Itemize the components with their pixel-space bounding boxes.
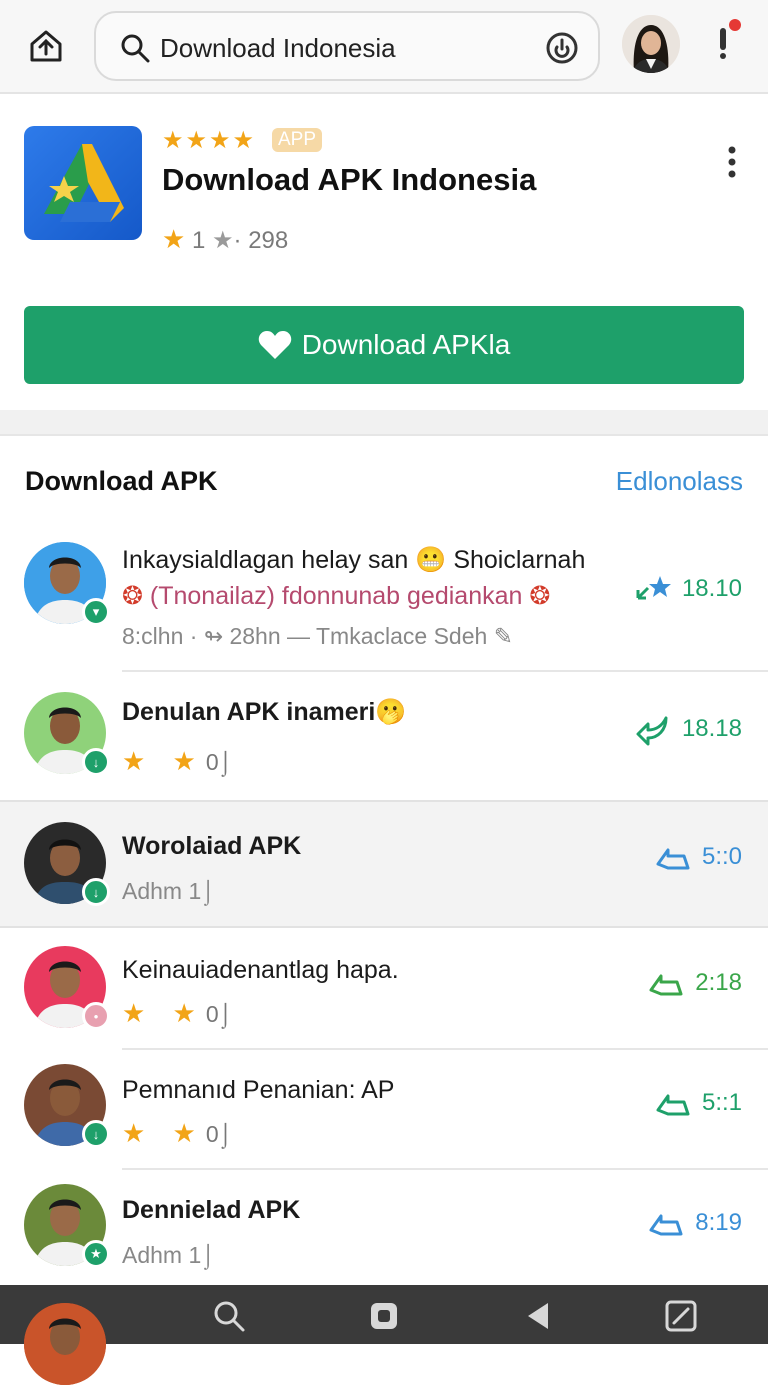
app-stars: ★★★★ [162, 127, 257, 154]
rating-total: · 298 [233, 227, 289, 254]
refresh-icon[interactable] [544, 30, 580, 66]
item-time: 2:18 [647, 966, 742, 1000]
item-title: Worolaiad APK [122, 832, 302, 860]
avatar: ↓ [24, 692, 110, 776]
item-title: Inkaysialdlagan helay san 😬 Shoiclarnah [122, 546, 586, 574]
list-item-selected[interactable]: ↓ Worolaiad APK Adhm 1⌡ 5::0 [0, 800, 768, 928]
search-bar[interactable]: Download Indonesia [94, 11, 600, 81]
list-item[interactable]: ↓ Denulan APK inameri🫢 ★ ★0⌡ 18.18 [0, 672, 768, 800]
avatar: ▾ [24, 542, 110, 626]
nav-avatar[interactable] [24, 1303, 106, 1385]
section-divider [0, 410, 768, 436]
item-title: Denulan APK inameri🫢 [122, 698, 407, 726]
avatar: • [24, 946, 110, 1030]
item-subtitle: ❂ (Tnonailaz) fdonnunab gediankan ❂ [122, 582, 551, 610]
download-badge-icon: ↓ [82, 1120, 110, 1148]
reply-arrow-icon [636, 716, 668, 746]
item-time: 18.18 [634, 712, 742, 746]
share-arrow-icon [656, 1094, 690, 1116]
avatar: ★ [24, 1184, 110, 1268]
item-title: Keinauiadenantlag hapa. [122, 956, 399, 984]
notification-icon[interactable] [712, 18, 742, 68]
item-meta: Adhm 1⌡ [122, 1242, 216, 1268]
download-button[interactable]: Download APKla [24, 306, 744, 384]
home-square-icon[interactable] [367, 1299, 401, 1333]
download-badge-icon: ↓ [82, 748, 110, 776]
edit-icon[interactable] [664, 1299, 698, 1333]
item-meta: Adhm 1⌡ [122, 878, 216, 904]
share-arrow-icon [656, 848, 690, 870]
item-time: 8:19 [647, 1206, 742, 1240]
search-icon[interactable] [212, 1299, 246, 1333]
item-time: 5::0 [654, 840, 742, 874]
star-outline-icon: ★ [212, 227, 234, 254]
heart-icon [258, 331, 291, 359]
list-item[interactable]: • Keinauiadenantlag hapa. ★ ★0⌡ 2:18 [0, 930, 768, 1048]
item-time: 18.10 [634, 572, 742, 606]
app-rating: ★ 1 ★· 298 [162, 224, 288, 255]
item-stars: ★ ★0⌡ [122, 998, 233, 1028]
item-title: Dennielad APK [122, 1196, 301, 1224]
search-icon [121, 34, 150, 63]
user-avatar[interactable] [622, 15, 680, 73]
item-stars: ★ ★0⌡ [122, 746, 233, 776]
star-badge-icon: ★ [82, 1240, 110, 1268]
item-time: 5::1 [654, 1086, 742, 1120]
share-arrow-icon [649, 1214, 683, 1236]
section-title: Download APK [25, 466, 218, 496]
item-meta: 8:clhn · ↬ 28hn — Tmkaclace Sdeh ✎ [122, 623, 513, 649]
download-badge-icon: ↓ [82, 878, 110, 906]
sparkle-arrow-icon [636, 576, 671, 600]
download-button-label: Download APKla [301, 329, 511, 360]
app-badge: APP [272, 128, 323, 152]
verified-badge-icon: ▾ [82, 598, 110, 626]
list-item[interactable]: ▾ Inkaysialdlagan helay san 😬 Shoiclarna… [0, 526, 768, 670]
avatar: ↓ [24, 1064, 110, 1148]
star-icon: ★ [162, 224, 186, 254]
back-icon[interactable] [522, 1299, 556, 1333]
list-item[interactable]: ↓ Pemnanıd Penanian: AP ★ ★0⌡ 5::1 [0, 1050, 768, 1168]
share-arrow-icon [649, 974, 683, 996]
app-header-card: ★★★★ APP Download APK Indonesia ★ 1 ★· 2… [0, 96, 768, 410]
more-options-icon[interactable] [718, 142, 746, 182]
list-item[interactable]: ★ Dennielad APK Adhm 1⌡ 8:19 [0, 1170, 768, 1285]
app-logo-icon[interactable] [24, 126, 142, 240]
search-input[interactable]: Download Indonesia [160, 33, 396, 64]
item-stars: ★ ★0⌡ [122, 1118, 233, 1148]
item-title: Pemnanıd Penanian: AP [122, 1076, 395, 1104]
item-tag: (Tnonailaz) fdonnunab gediankan [149, 582, 523, 610]
section-see-all-link[interactable]: Edlonolass [616, 466, 743, 497]
top-bar: Download Indonesia [0, 0, 768, 94]
rating-count: 1 [191, 227, 206, 254]
bottom-nav-bar [0, 1285, 768, 1385]
home-upload-icon[interactable] [26, 26, 66, 66]
avatar: ↓ [24, 822, 110, 906]
app-title: Download APK Indonesia [162, 162, 537, 197]
status-badge-icon: • [82, 1002, 110, 1030]
